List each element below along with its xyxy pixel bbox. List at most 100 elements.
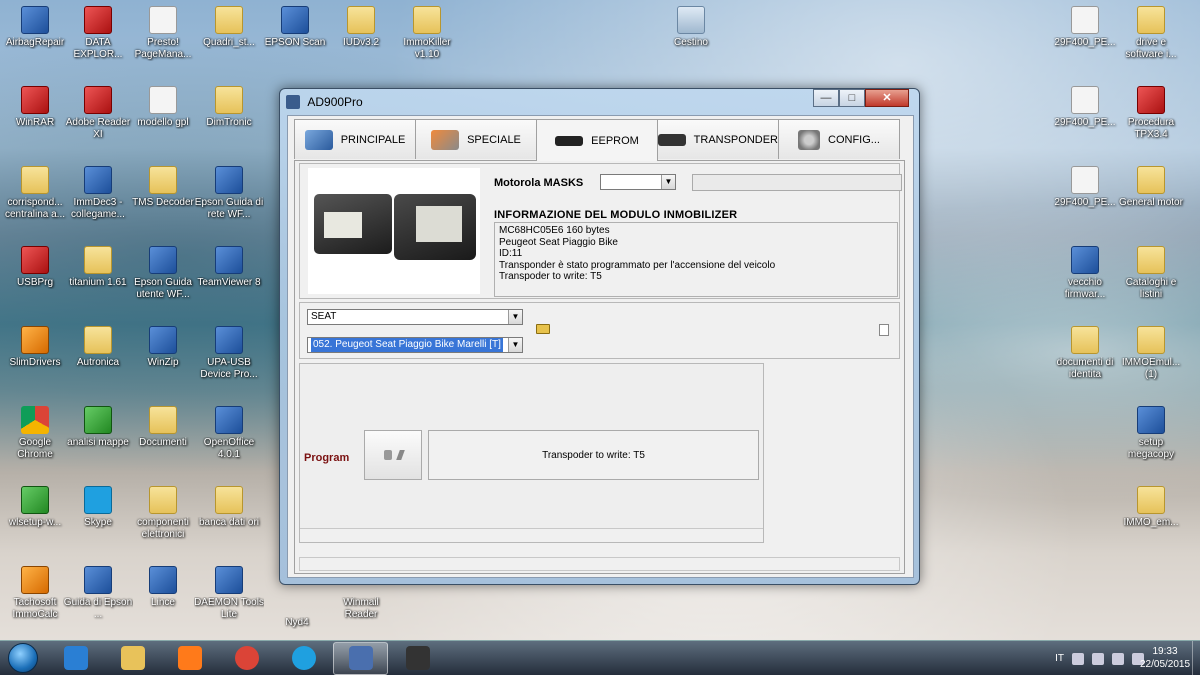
language-indicator[interactable]: IT (1055, 653, 1064, 664)
desktop-icon[interactable]: wlsetup-w... (0, 486, 70, 529)
desktop-icon[interactable]: componenti elettronici (128, 486, 198, 541)
desktop-icon[interactable]: Epson Guida utente WF... (128, 246, 198, 301)
folder-icon (149, 166, 177, 194)
desktop-icon[interactable]: Tachosoft ImmoCalc (0, 566, 70, 621)
folder-icon (1137, 6, 1165, 34)
desktop-icon[interactable]: TMS Decoder (128, 166, 198, 209)
desktop-icon-label: Procedura TPX3.4 (1127, 117, 1175, 140)
desktop-icon[interactable]: ImmDec3 - collegame... (63, 166, 133, 221)
program-button[interactable] (364, 430, 422, 480)
tachosoft-icon (21, 566, 49, 594)
taskbar-item-chrome[interactable] (219, 642, 274, 675)
desktop-icon[interactable]: Skype (63, 486, 133, 529)
desktop-icon[interactable]: Adobe Reader XI (63, 86, 133, 141)
desktop-icon[interactable]: Cestino (656, 6, 726, 49)
desktop-icon[interactable]: Presto! PageMana... (128, 6, 198, 61)
chevron-down-icon[interactable]: ▼ (508, 310, 522, 324)
desktop-icon[interactable]: Procedura TPX3.4 (1116, 86, 1186, 141)
clock-date: 22/05/2015 (1140, 659, 1191, 670)
ad900-icon (348, 646, 373, 670)
desktop-icon[interactable]: setup megacopy (1116, 406, 1186, 461)
desktop-icon[interactable]: DATA EXPLOR... (63, 6, 133, 61)
tab-transponder[interactable]: TRANSPONDER (657, 119, 779, 159)
info-textbox[interactable]: MC68HC05E6 160 bytes Peugeot Seat Piaggi… (494, 222, 898, 297)
open-folder-icon[interactable] (536, 324, 550, 334)
desktop-icon[interactable]: General motor (1116, 166, 1186, 209)
desktop-icon[interactable]: Epson Guida di rete WF... (194, 166, 264, 221)
desktop-icon[interactable]: ImmoKiller v1.10 (392, 6, 462, 61)
tab-principale[interactable]: PRINCIPALE (294, 119, 416, 159)
file-icon[interactable] (879, 324, 889, 336)
desktop-icon[interactable]: 29F400_PE... (1050, 166, 1120, 209)
desktop-icon[interactable]: IMMOEmul... (1) (1116, 326, 1186, 381)
desktop-icon[interactable]: WinRAR (0, 86, 70, 129)
network-icon[interactable] (1092, 652, 1104, 665)
desktop-icon-label: modello gpl (137, 117, 189, 128)
desktop-icon[interactable]: 29F400_PE... (1050, 86, 1120, 129)
desktop-icon[interactable]: titanium 1.61 (63, 246, 133, 289)
taskbar-item-app2[interactable] (390, 642, 445, 675)
desktop-icon[interactable]: EPSON Scan (260, 6, 330, 49)
clock[interactable]: 19:33 22/05/2015 (1140, 645, 1190, 671)
desktop-icon[interactable]: Documenti (128, 406, 198, 449)
desktop-icon[interactable]: Google Chrome (0, 406, 70, 461)
desktop-icon[interactable]: Quadri_st... (194, 6, 264, 49)
desktop-icon[interactable]: TeamViewer 8 (194, 246, 264, 289)
desktop-icon[interactable]: USBPrg (0, 246, 70, 289)
ecu-module-image (314, 194, 392, 254)
chevron-down-icon[interactable]: ▼ (661, 175, 675, 189)
desktop-icon[interactable]: WinZip (128, 326, 198, 369)
window-titlebar[interactable]: AD900Pro — □ ✕ (286, 89, 913, 112)
action-center-icon[interactable] (1112, 652, 1124, 665)
taskbar-item-ie[interactable] (48, 642, 103, 675)
taskbar-item-ad900[interactable] (333, 641, 388, 675)
folder-icon (21, 166, 49, 194)
desktop-icon[interactable]: IUDv3.2 (326, 6, 396, 49)
desktop-icon[interactable]: SlimDrivers (0, 326, 70, 369)
model-select[interactable]: 052. Peugeot Seat Piaggio Bike Marelli [… (307, 337, 523, 353)
desktop-icon[interactable]: OpenOffice 4.0.1 (194, 406, 264, 461)
computer-icon (304, 129, 333, 150)
minimize-button[interactable]: — (813, 89, 839, 107)
desktop-icon[interactable]: drive e software i... (1116, 6, 1186, 61)
desktop-icon[interactable]: Lince (128, 566, 198, 609)
desktop-icon[interactable]: Nyd4 (262, 586, 332, 629)
desktop-icon[interactable]: banca dati ori (194, 486, 264, 529)
tab-speciale[interactable]: SPECIALE (415, 119, 537, 159)
desktop-icon[interactable]: AirbagRepair (0, 6, 70, 49)
desktop-icon[interactable]: documenti di identita (1050, 326, 1120, 381)
desktop-icon[interactable]: modello gpl (128, 86, 198, 129)
maximize-button[interactable]: □ (839, 89, 865, 107)
start-button[interactable] (0, 641, 46, 675)
desktop-icon[interactable]: 29F400_PE... (1050, 6, 1120, 49)
desktop-icon[interactable]: vecchio firmwar... (1050, 246, 1120, 301)
desktop-icon[interactable]: Guida di Epson ... (63, 566, 133, 621)
desktop-icon[interactable]: UPA-USB Device Pro... (194, 326, 264, 381)
close-button[interactable]: ✕ (865, 89, 909, 107)
taskbar-item-media[interactable] (162, 642, 217, 675)
desktop-icon[interactable]: DimTronic (194, 86, 264, 129)
masks-text-field[interactable] (692, 174, 902, 191)
desktop-icon[interactable]: corrispond... centralina a... (0, 166, 70, 221)
desktop-icon[interactable]: Cataloghi e listini (1116, 246, 1186, 301)
desktop-icon-label: Presto! PageMana... (134, 37, 192, 60)
folder-icon (413, 6, 441, 34)
taskbar-item-explorer[interactable] (105, 642, 160, 675)
desktop-icon[interactable]: analisi mappe (63, 406, 133, 449)
make-select[interactable]: SEAT ▼ (307, 309, 523, 325)
model-value: 052. Peugeot Seat Piaggio Bike Marelli [… (311, 338, 503, 352)
tab-config[interactable]: CONFIG... (778, 119, 900, 159)
desktop-icon-label: Guida di Epson ... (63, 597, 133, 620)
desktop-icon[interactable]: IMMO_em... (1116, 486, 1186, 529)
desktop-icon-label: WinZip (147, 357, 179, 368)
masks-select[interactable]: ▼ (600, 174, 676, 190)
eeprom-panel: Motorola MASKS ▼ INFORMAZIONE DEL MODULO… (294, 160, 905, 574)
show-desktop-button[interactable] (1192, 641, 1200, 675)
chevron-down-icon[interactable]: ▼ (508, 338, 522, 352)
desktop-icon[interactable]: DAEMON Tools Lite (194, 566, 264, 621)
taskbar-item-skype[interactable] (276, 642, 331, 675)
show-hidden-icons-icon[interactable] (1072, 652, 1084, 665)
desktop-icon[interactable]: Autronica (63, 326, 133, 369)
tab-eeprom[interactable]: EEPROM (536, 119, 658, 161)
config-gear-icon (798, 129, 821, 150)
